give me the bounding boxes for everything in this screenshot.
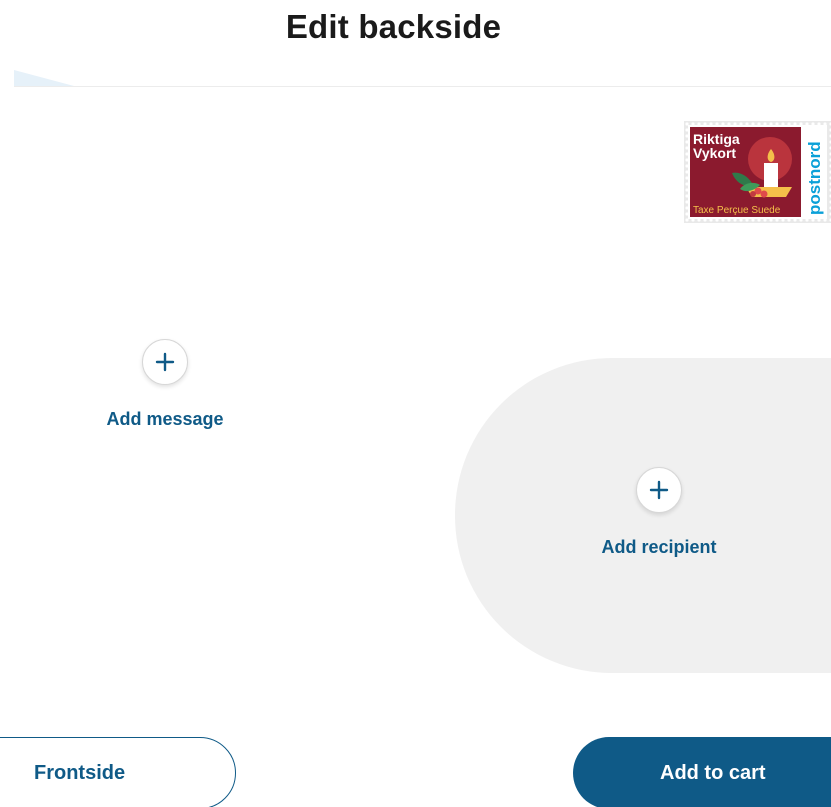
card-top-divider: [14, 86, 831, 87]
add-to-cart-button-label[interactable]: Add to cart: [660, 762, 766, 785]
plus-icon: [649, 480, 669, 500]
stamp-footer-text: Taxe Perçue Suede: [693, 205, 781, 216]
add-recipient-label[interactable]: Add recipient: [601, 537, 716, 558]
edit-backside-page: Edit backside postnord Riktiga Vykort Ta…: [0, 0, 831, 807]
add-recipient-plus-button[interactable]: [636, 467, 682, 513]
stamp-title-line2: Vykort: [693, 145, 736, 161]
candle-icon: [764, 163, 778, 189]
add-recipient-button[interactable]: Add recipient: [571, 467, 747, 558]
add-message-button[interactable]: Add message: [80, 339, 250, 430]
add-message-plus-button[interactable]: [142, 339, 188, 385]
add-message-label[interactable]: Add message: [106, 409, 223, 430]
postage-stamp: postnord Riktiga Vykort Taxe Perçue Sued…: [684, 121, 831, 223]
frontside-button-label[interactable]: Frontside: [34, 762, 125, 785]
stamp-brand-text: postnord: [805, 141, 824, 215]
page-title: Edit backside: [285, 8, 502, 45]
plus-icon: [155, 352, 175, 372]
card-top-edge-decoration: [14, 70, 74, 86]
